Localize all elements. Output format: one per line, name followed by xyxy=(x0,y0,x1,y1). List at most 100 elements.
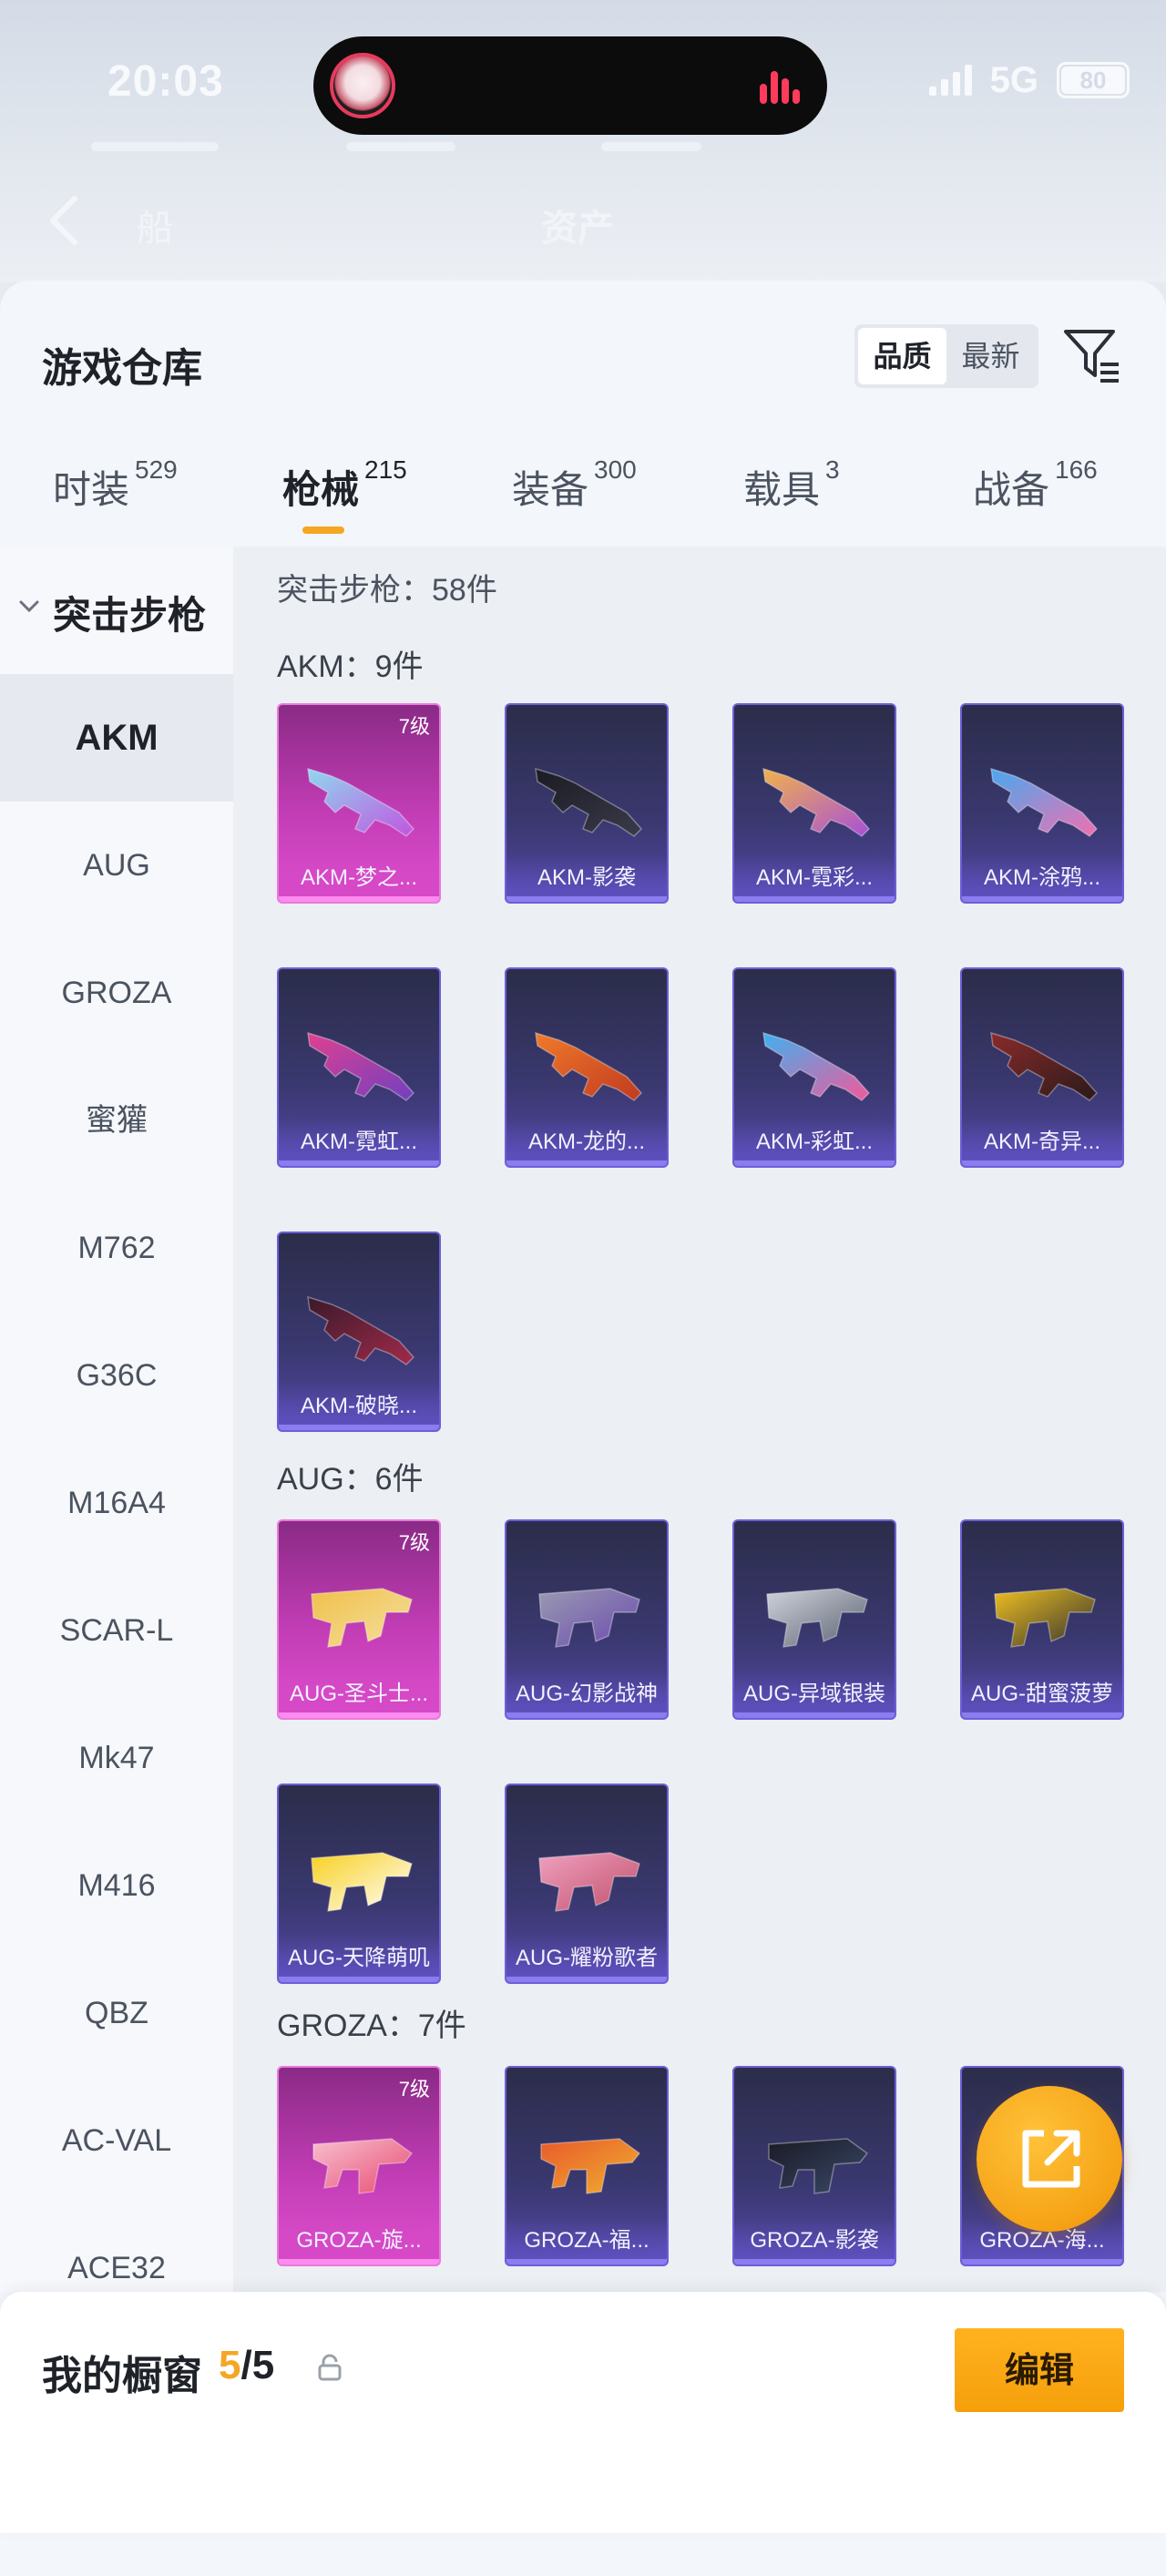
sidebar-item[interactable]: M416 xyxy=(0,1822,233,1949)
weapon-grid-area: 突击步枪：58件 AKM：9件 AUG：6件 GROZA：7件 7级 AKM-梦之… xyxy=(233,547,1166,2292)
tab-firearms[interactable]: 枪械 215 xyxy=(282,455,407,534)
sidebar-category-label: 突击步枪 xyxy=(53,594,207,637)
weapon-card[interactable]: AKM-霓虹... xyxy=(277,967,441,1168)
weapon-card-name: AKM-影袭 xyxy=(506,856,667,902)
weapon-card[interactable]: AKM-奇异... xyxy=(960,967,1124,1168)
sidebar-item[interactable]: AUG xyxy=(0,802,233,929)
sort-option-quality[interactable]: 品质 xyxy=(858,328,946,384)
weapon-card[interactable]: AUG-甜蜜菠萝 xyxy=(960,1519,1124,1720)
rarity-stripe xyxy=(279,1712,439,1718)
weapon-card-name: AUG-天降萌叽 xyxy=(279,1937,439,1982)
sidebar-item[interactable]: QBZ xyxy=(0,1949,233,2077)
weapon-skin-image xyxy=(768,2138,869,2194)
rarity-stripe xyxy=(506,2259,667,2264)
weapon-card[interactable]: AKM-影袭 xyxy=(505,703,669,904)
level-badge: 7级 xyxy=(398,2078,430,2101)
tab-equipment[interactable]: 装备 300 xyxy=(512,455,637,515)
rarity-stripe xyxy=(962,2259,1122,2264)
dynamic-island[interactable] xyxy=(313,36,827,135)
sidebar-item[interactable]: G36C xyxy=(0,1312,233,1439)
weapon-card[interactable]: AKM-涂鸦... xyxy=(960,703,1124,904)
header-tab-boat[interactable]: 船 xyxy=(137,199,173,251)
header-tab-assets[interactable]: 资产 xyxy=(541,199,614,251)
tab-count: 166 xyxy=(1055,455,1098,484)
filter-icon[interactable] xyxy=(1060,322,1124,386)
top-header-background: 20:03 5G 80 船 资产 xyxy=(0,0,1166,282)
weapon-card[interactable]: 7级 AUG-圣斗士... xyxy=(277,1519,441,1720)
weapon-card[interactable]: GROZA-影袭 xyxy=(732,2066,896,2266)
weapon-skin-image xyxy=(538,1588,640,1648)
tab-label: 装备 xyxy=(512,468,589,511)
back-arrow-icon[interactable] xyxy=(44,193,84,248)
weapon-card-name: AUG-幻影战神 xyxy=(506,1672,667,1718)
sidebar-item[interactable]: SCAR-L xyxy=(0,1567,233,1694)
rarity-stripe xyxy=(734,896,895,902)
showcase-count: 5/5 xyxy=(219,2343,274,2388)
weapon-card-name: AUG-甜蜜菠萝 xyxy=(962,1672,1122,1718)
sidebar-item[interactable]: GROZA xyxy=(0,929,233,1057)
sidebar-item[interactable]: M16A4 xyxy=(0,1439,233,1567)
tab-vehicles[interactable]: 载具 3 xyxy=(743,455,840,515)
sidebar-item[interactable]: M762 xyxy=(0,1184,233,1312)
page-title: 游戏仓库 xyxy=(42,346,202,391)
sidebar-category-header[interactable]: 突击步枪 xyxy=(0,547,233,674)
tab-fashion[interactable]: 时装 529 xyxy=(53,455,178,515)
weapon-card-name: AUG-圣斗士... xyxy=(279,1672,439,1718)
weapon-card[interactable]: AUG-耀粉歌者 xyxy=(505,1784,669,1984)
sort-option-latest[interactable]: 最新 xyxy=(946,328,1035,384)
rarity-stripe xyxy=(279,1977,439,1982)
signal-icon xyxy=(928,65,972,96)
battery-level: 80 xyxy=(1079,66,1107,94)
weapon-card-name: AKM-霓彩... xyxy=(734,856,895,902)
share-button[interactable] xyxy=(977,2086,1122,2232)
weapon-skin-image xyxy=(312,2138,414,2194)
weapon-card[interactable]: AUG-幻影战神 xyxy=(505,1519,669,1720)
weapon-card[interactable]: AKM-龙的... xyxy=(505,967,669,1168)
rarity-stripe xyxy=(506,1977,667,1982)
rarity-stripe xyxy=(734,2259,895,2264)
group-title-groza: GROZA：7件 xyxy=(277,2009,466,2043)
sidebar-item[interactable]: AKM xyxy=(0,674,233,802)
battery-icon: 80 xyxy=(1057,62,1130,98)
weapon-skin-image xyxy=(990,767,1099,837)
weapon-skin-image xyxy=(307,1031,415,1101)
weapon-card[interactable]: GROZA-福... xyxy=(505,2066,669,2266)
edit-button[interactable]: 编辑 xyxy=(955,2328,1124,2412)
tab-label: 战备 xyxy=(973,468,1050,511)
weapon-card[interactable]: AKM-霓彩... xyxy=(732,703,896,904)
weapon-card-name: AUG-异域银装 xyxy=(734,1672,895,1718)
weapon-skin-image xyxy=(538,1852,640,1912)
weapon-card-name: AKM-梦之... xyxy=(279,856,439,902)
weapon-card[interactable]: 7级 GROZA-旋... xyxy=(277,2066,441,2266)
level-badge: 7级 xyxy=(398,1531,430,1554)
weapon-card-name: GROZA-旋... xyxy=(279,2219,439,2264)
weapon-card-name: GROZA-福... xyxy=(506,2219,667,2264)
chevron-down-icon xyxy=(19,600,39,613)
tab-count: 3 xyxy=(825,455,840,484)
tab-count: 215 xyxy=(364,455,407,484)
weapon-sidebar: 突击步枪 AKM AUG GROZA 蜜獾 M762 G36C M16A4 SCAR-L Mk4… xyxy=(0,547,233,2292)
status-time: 20:03 xyxy=(107,57,224,106)
tab-count: 300 xyxy=(594,455,637,484)
rarity-stripe xyxy=(506,1160,667,1166)
rarity-stripe xyxy=(279,896,439,902)
weapon-skin-image xyxy=(307,1295,415,1365)
weapon-card-name: GROZA-影袭 xyxy=(734,2219,895,2264)
weapon-card[interactable]: AUG-异域银装 xyxy=(732,1519,896,1720)
weapon-skin-image xyxy=(762,767,871,837)
sidebar-item[interactable]: 蜜獾 xyxy=(0,1057,233,1184)
sidebar-item[interactable]: AC-VAL xyxy=(0,2077,233,2204)
weapon-card[interactable]: AUG-天降萌叽 xyxy=(277,1784,441,1984)
weapon-card[interactable]: AKM-彩虹... xyxy=(732,967,896,1168)
rarity-stripe xyxy=(962,896,1122,902)
sidebar-item[interactable]: Mk47 xyxy=(0,1694,233,1822)
rarity-stripe xyxy=(962,1712,1122,1718)
weapon-card[interactable]: 7级 AKM-梦之... xyxy=(277,703,441,904)
weapon-card-name: AUG-耀粉歌者 xyxy=(506,1937,667,1982)
group-title-aug: AUG：6件 xyxy=(277,1462,424,1497)
level-badge: 7级 xyxy=(398,715,430,738)
weapon-card-name: AKM-彩虹... xyxy=(734,1120,895,1166)
weapon-card[interactable]: AKM-破晓... xyxy=(277,1232,441,1432)
weapon-card-name: AKM-破晓... xyxy=(279,1385,439,1430)
tab-supplies[interactable]: 战备 166 xyxy=(973,455,1098,515)
